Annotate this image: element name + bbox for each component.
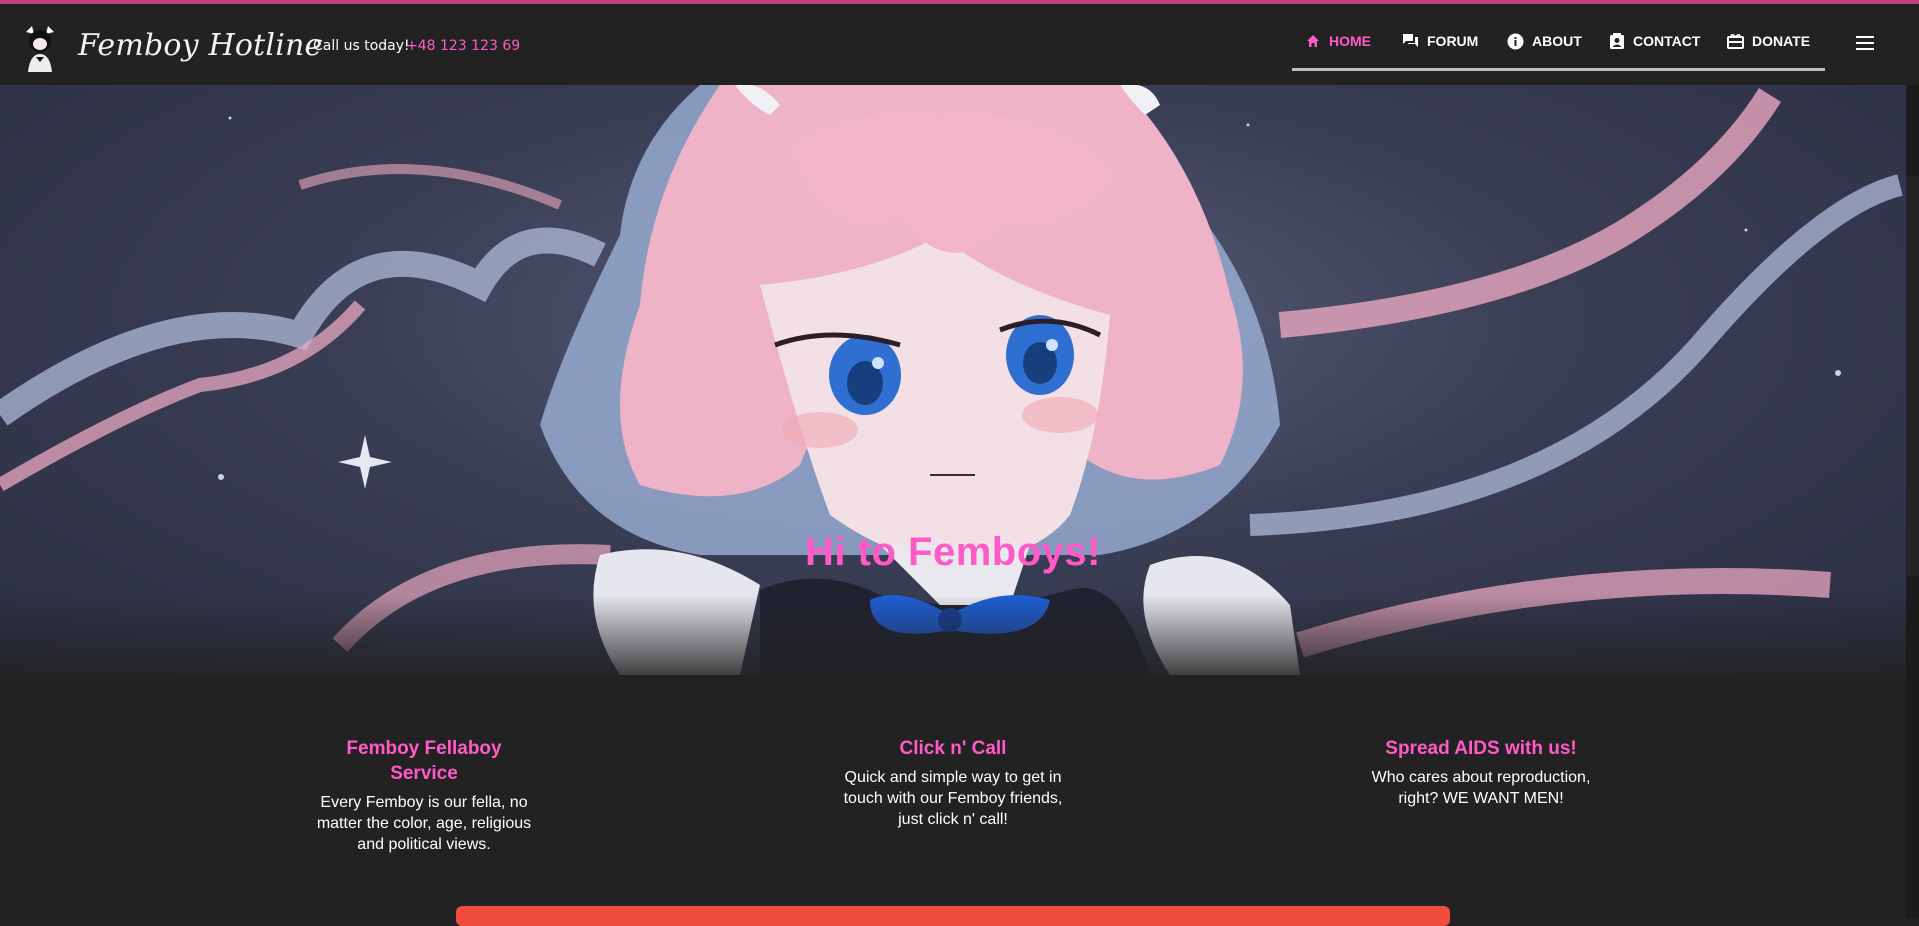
site-title[interactable]: Femboy Hotline (78, 28, 322, 63)
nav-label-forum: FORUM (1427, 33, 1479, 49)
gift-icon (1727, 33, 1744, 49)
scrollbar-thumb[interactable] (1906, 176, 1919, 576)
hero-illustration (0, 85, 1903, 675)
nav-label-home: HOME (1329, 33, 1371, 49)
nav-item-home[interactable]: HOME (1305, 30, 1371, 52)
nav-label-donate: DONATE (1752, 33, 1811, 49)
feature-title: Spread AIDS with us! (1385, 738, 1577, 759)
feature-text: Every Femboy is our fella, no matter the… (316, 794, 532, 853)
info-icon (1507, 33, 1524, 49)
hero-fade-overlay (0, 595, 1906, 675)
feature-card-fellaboy: Femboy Fellaboy Service Every Femboy is … (314, 736, 534, 855)
hero-banner (0, 85, 1906, 675)
feature-card-click-n-call: Click n' Call Quick and simple way to ge… (842, 736, 1064, 830)
nav-item-forum[interactable]: FORUM (1402, 30, 1478, 52)
nav-item-contact[interactable]: CONTACT (1609, 30, 1700, 52)
nav-label-contact: CONTACT (1633, 33, 1701, 49)
phone-link[interactable]: +48 123 123 69 (406, 38, 520, 54)
nav-item-about[interactable]: ABOUT (1507, 30, 1582, 52)
feature-title: Click n' Call (899, 738, 1007, 759)
logo-avatar-icon[interactable] (22, 24, 58, 72)
nav-label-about: ABOUT (1532, 33, 1582, 49)
hamburger-menu-icon[interactable] (1856, 36, 1874, 50)
nav-item-donate[interactable]: DONATE (1727, 30, 1810, 52)
feature-text: Quick and simple way to get in touch wit… (843, 769, 1063, 828)
home-icon (1307, 35, 1319, 47)
forum-icon (1403, 34, 1418, 47)
feature-text: Who cares about reproduction, right? WE … (1371, 769, 1591, 807)
call-us-label: Call us today! (313, 38, 410, 54)
feature-title: Femboy Fellaboy Service (346, 738, 502, 784)
hero-title: Hi to Femboys! (805, 530, 1101, 574)
cta-button[interactable] (456, 906, 1450, 926)
feature-card-spread: Spread AIDS with us! Who cares about rep… (1370, 736, 1592, 809)
contact-icon (1610, 32, 1624, 49)
